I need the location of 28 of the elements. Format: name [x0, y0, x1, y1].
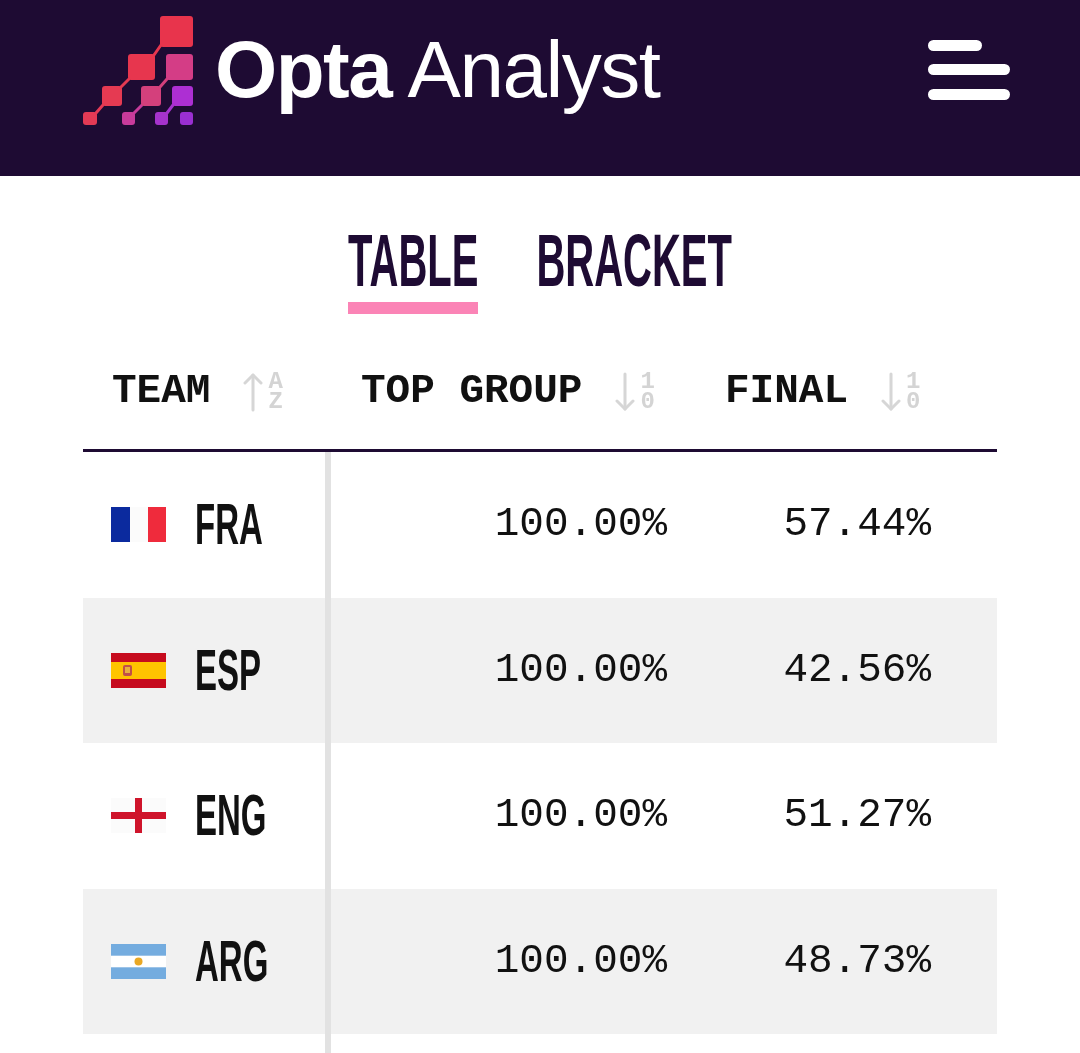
table-cell: 48.73% — [783, 940, 931, 982]
flag-icon — [111, 652, 166, 688]
table-cell: 42.56% — [783, 649, 931, 691]
sort-arrow-icon — [615, 371, 636, 412]
flag-icon — [111, 798, 166, 834]
team-code: FRA — [195, 496, 263, 554]
table-cell: 100.00% — [494, 504, 667, 546]
menu-button[interactable] — [928, 40, 1010, 100]
column-header: TOP GROUP — [361, 371, 583, 412]
table-cell: 57.44% — [783, 504, 931, 546]
menu-icon — [928, 40, 1010, 100]
team-code: ENG — [195, 787, 267, 845]
team-code: ARG — [195, 932, 269, 990]
sort-arrow-icon — [881, 371, 902, 412]
table-cell: 100.00% — [494, 649, 667, 691]
logo-link[interactable]: Opta Analyst — [83, 15, 660, 125]
logo-icon — [83, 15, 193, 125]
flag-icon — [111, 943, 166, 979]
tab[interactable]: TABLE — [348, 220, 479, 314]
column-header: FINAL — [725, 371, 849, 412]
flag-icon — [111, 507, 166, 543]
sort-arrow-icon — [243, 371, 264, 412]
table-cell: 51.27% — [783, 795, 931, 837]
table-cell: 100.00% — [494, 940, 667, 982]
team-code: ESP — [195, 641, 262, 699]
column-header: TEAM — [112, 371, 211, 412]
table-cell: 100.00% — [494, 795, 667, 837]
tab[interactable]: BRACKET — [536, 220, 732, 314]
